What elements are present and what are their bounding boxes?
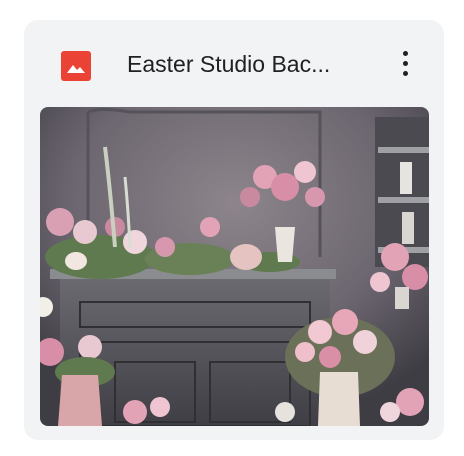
file-thumbnail[interactable] (40, 107, 429, 426)
file-card[interactable]: Easter Studio Bac... (24, 20, 444, 440)
more-options-button[interactable] (388, 43, 422, 83)
more-vert-icon (402, 50, 408, 56)
file-card-header: Easter Studio Bac... (24, 20, 444, 106)
file-title: Easter Studio Bac... (127, 51, 331, 77)
image-file-icon (61, 51, 91, 81)
thumbnail-image (40, 107, 429, 426)
more-vert-icon-dot (402, 60, 408, 66)
more-vert-icon-dot (402, 70, 408, 76)
